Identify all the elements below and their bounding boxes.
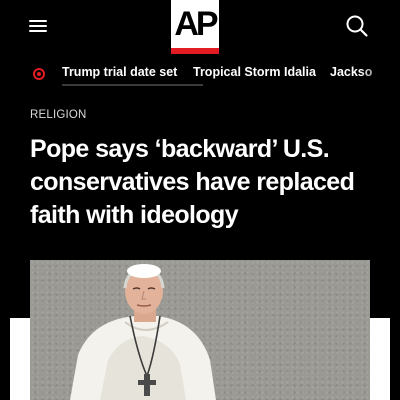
section-label[interactable]: RELIGION (30, 109, 87, 121)
hamburger-menu-icon[interactable] (28, 16, 48, 36)
pope-photo-illustration (70, 264, 216, 400)
ap-logo[interactable]: AP (171, 0, 219, 54)
menu-line (29, 30, 47, 32)
app-page: AP Trump trial date set Tropical Storm I… (0, 0, 400, 400)
ap-logo-text: AP (174, 5, 218, 43)
top-header: AP (0, 0, 400, 54)
article-headline: Pope says ‘backward’ U.S. conservatives … (30, 135, 355, 229)
trending-link-tropical-storm[interactable]: Tropical Storm Idalia (193, 65, 316, 79)
trending-fade-overlay (360, 58, 400, 90)
trending-scroll-indicator (62, 84, 203, 86)
ap-logo-red-bar (171, 48, 219, 54)
search-icon-graphic (346, 15, 368, 37)
menu-line (29, 25, 47, 27)
live-dot-icon (33, 68, 45, 80)
menu-line (29, 20, 47, 22)
trending-link-trump-trial[interactable]: Trump trial date set (62, 65, 177, 79)
search-icon[interactable] (345, 14, 369, 38)
card-edge-left (10, 318, 30, 400)
card-edge-right (370, 318, 390, 400)
trending-topics-bar: Trump trial date set Tropical Storm Idal… (0, 58, 400, 90)
article-photo[interactable] (30, 260, 370, 400)
